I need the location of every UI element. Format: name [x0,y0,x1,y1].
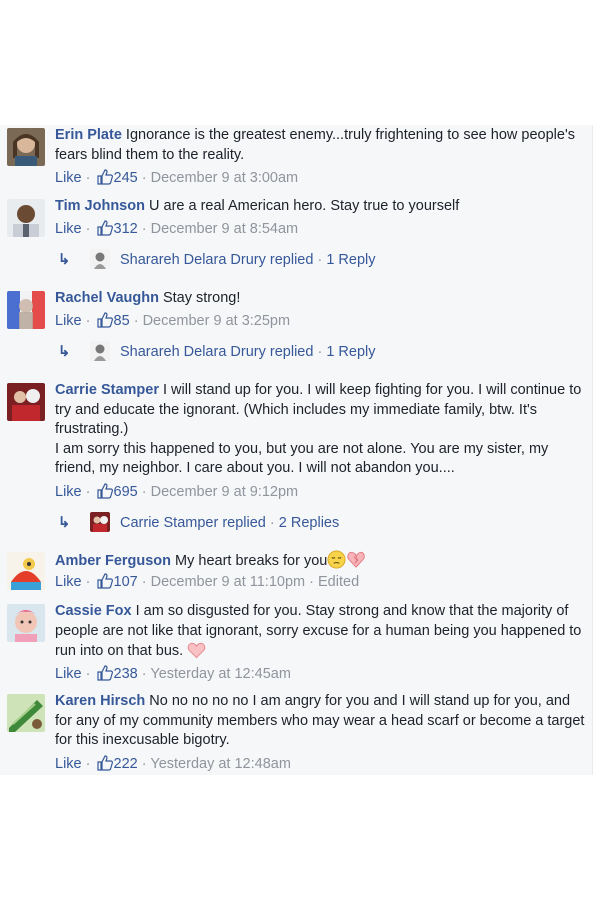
separator: · [133,313,139,329]
avatar[interactable] [7,694,45,732]
heart-icon [187,641,206,666]
like-link[interactable]: Like [55,484,82,500]
reply-avatar [90,249,110,269]
separator: · [85,756,91,772]
comment-text: I am so disgusted for you. Stay strong a… [55,603,582,659]
separator: · [85,313,91,329]
replier-name[interactable]: Sharareh Delara Drury replied [120,344,313,360]
separator: · [141,756,147,772]
comment-text: Ignorance is the greatest enemy...truly … [55,127,575,163]
separator: · [141,221,147,237]
replier-name[interactable]: Carrie Stamper replied [120,515,266,531]
like-count[interactable]: 312 [114,221,138,237]
like-count[interactable]: 245 [114,170,138,186]
timestamp[interactable]: Yesterday at 12:48am [150,756,291,772]
separator: · [309,574,314,590]
avatar[interactable] [7,291,45,329]
like-link[interactable]: Like [55,756,82,772]
like-count[interactable]: 695 [114,484,138,500]
separator: · [85,170,91,186]
separator: · [269,515,275,531]
commenter-name[interactable]: Amber Ferguson [55,553,171,569]
commenter-name[interactable]: Cassie Fox [55,603,132,619]
like-link[interactable]: Like [55,666,82,682]
timestamp[interactable]: December 9 at 9:12pm [151,484,299,500]
thumbs-up-icon [96,312,113,332]
pensive-face-icon [327,550,346,576]
comment-text: My heart breaks for you [175,553,328,569]
avatar[interactable] [7,552,45,590]
commenter-name[interactable]: Rachel Vaughn [55,290,159,306]
comment-text: U are a real American hero. Stay true to… [149,198,460,214]
avatar[interactable] [7,604,45,642]
separator: · [141,666,147,682]
avatar[interactable] [7,383,45,421]
thumbs-up-icon [96,220,113,240]
reply-count[interactable]: 1 Reply [326,344,375,360]
commenter-name[interactable]: Carrie Stamper [55,382,159,398]
commenter-name[interactable]: Erin Plate [55,127,122,143]
edited-label[interactable]: Edited [318,574,359,590]
like-count[interactable]: 238 [114,666,138,682]
separator: · [85,574,91,590]
timestamp[interactable]: Yesterday at 12:45am [150,666,291,682]
separator: · [85,666,91,682]
separator: · [141,574,147,590]
avatar[interactable] [7,199,45,237]
view-replies[interactable]: ↳ Carrie Stamper replied · 2 Replies [58,512,339,532]
thumbs-up-icon [96,169,113,189]
commenter-name[interactable]: Tim Johnson [55,198,145,214]
like-count[interactable]: 107 [114,574,138,590]
reply-count[interactable]: 1 Reply [326,252,375,268]
separator: · [317,252,323,268]
view-replies[interactable]: ↳ Sharareh Delara Drury replied · 1 Reply [58,341,376,361]
timestamp[interactable]: December 9 at 3:25pm [143,313,291,329]
like-count[interactable]: 222 [114,756,138,772]
separator: · [85,221,91,237]
broken-heart-icon [346,550,366,576]
reply-arrow-icon: ↳ [58,252,71,268]
like-link[interactable]: Like [55,221,82,237]
like-count[interactable]: 85 [114,313,130,329]
separator: · [141,170,147,186]
thumbs-up-icon [96,755,113,775]
reply-arrow-icon: ↳ [58,344,71,360]
like-link[interactable]: Like [55,574,82,590]
timestamp[interactable]: December 9 at 8:54am [151,221,299,237]
like-link[interactable]: Like [55,313,82,329]
reply-count[interactable]: 2 Replies [279,515,339,531]
reply-avatar [90,341,110,361]
like-link[interactable]: Like [55,170,82,186]
separator: · [141,484,147,500]
reply-arrow-icon: ↳ [58,515,71,531]
timestamp[interactable]: December 9 at 3:00am [151,170,299,186]
comment-text-continued: I am sorry this happened to you, but you… [55,440,549,477]
commenter-name[interactable]: Karen Hirsch [55,693,145,709]
replier-name[interactable]: Sharareh Delara Drury replied [120,252,313,268]
view-replies[interactable]: ↳ Sharareh Delara Drury replied · 1 Reply [58,249,376,269]
thumbs-up-icon [96,573,113,593]
separator: · [317,344,323,360]
timestamp[interactable]: December 9 at 11:10pm [151,574,305,590]
avatar[interactable] [7,128,45,166]
thumbs-up-icon [96,483,113,503]
separator: · [85,484,91,500]
thumbs-up-icon [96,665,113,685]
reply-avatar [90,512,110,532]
comments-panel: Erin Plate Ignorance is the greatest ene… [0,125,593,775]
comment-text: Stay strong! [162,290,241,306]
